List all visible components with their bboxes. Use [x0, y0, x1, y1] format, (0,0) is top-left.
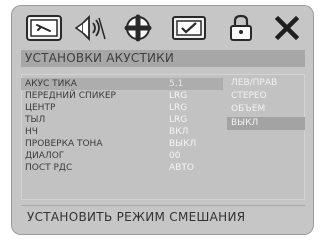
- setup-menu-screen: УСТАНОВКИ АКУСТИКИ АКУС ТИКА 5.1 ПЕРЕДНИ…: [12, 6, 313, 234]
- option-stereo[interactable]: СТЕРЕО: [227, 90, 305, 103]
- setting-value: LRG: [169, 103, 188, 113]
- setting-row-dialog[interactable]: ДИАЛОГ 00: [21, 150, 305, 162]
- settings-panel: АКУС ТИКА 5.1 ПЕРЕДНИЙ СПИКЕР LRG ЦЕНТР …: [21, 74, 305, 200]
- setting-value: АВТО: [169, 163, 194, 173]
- setting-value: LRG: [169, 91, 188, 101]
- preference-icon[interactable]: [172, 15, 206, 41]
- setting-label: НЧ: [25, 127, 38, 137]
- setting-row-post-drc[interactable]: ПОСТ РДС АВТО: [21, 162, 305, 174]
- video-setup-icon[interactable]: [123, 14, 153, 42]
- exit-icon[interactable]: [274, 15, 300, 41]
- setup-toolbar: [12, 6, 313, 46]
- setting-label: ПЕРЕДНИЙ СПИКЕР: [25, 91, 116, 101]
- setting-value: ВЫКЛ: [169, 139, 197, 149]
- general-setup-icon[interactable]: [26, 15, 62, 41]
- setting-value: LRG: [169, 115, 188, 125]
- setting-label: ПРОВЕРКА ТОНА: [25, 139, 103, 149]
- help-text: УСТАНОВИТЬ РЕЖИМ СМЕШАНИЯ: [21, 205, 305, 227]
- audio-setup-icon[interactable]: [73, 14, 107, 42]
- option-off[interactable]: ВЫКЛ: [227, 117, 305, 130]
- option-lr[interactable]: ЛЕВ/ПРАВ: [227, 77, 305, 90]
- setting-label: ПОСТ РДС: [25, 163, 73, 173]
- setting-label: ДИАЛОГ: [25, 151, 65, 161]
- setting-row-speaker-mode[interactable]: АКУС ТИКА 5.1: [21, 78, 223, 90]
- setting-value: 00: [169, 151, 181, 161]
- option-surround[interactable]: ОБЪЕМ: [227, 103, 305, 116]
- setting-value: 5.1: [169, 79, 184, 89]
- setting-row-test-tone[interactable]: ПРОВЕРКА ТОНА ВЫКЛ: [21, 138, 305, 150]
- page-title: УСТАНОВКИ АКУСТИКИ: [21, 50, 305, 67]
- setting-value: ВКЛ: [169, 127, 189, 137]
- setting-label: ЦЕНТР: [25, 103, 56, 113]
- setting-label: ТЫЛ: [25, 115, 46, 125]
- password-lock-icon[interactable]: [229, 14, 253, 41]
- setting-label: АКУС ТИКА: [25, 79, 77, 89]
